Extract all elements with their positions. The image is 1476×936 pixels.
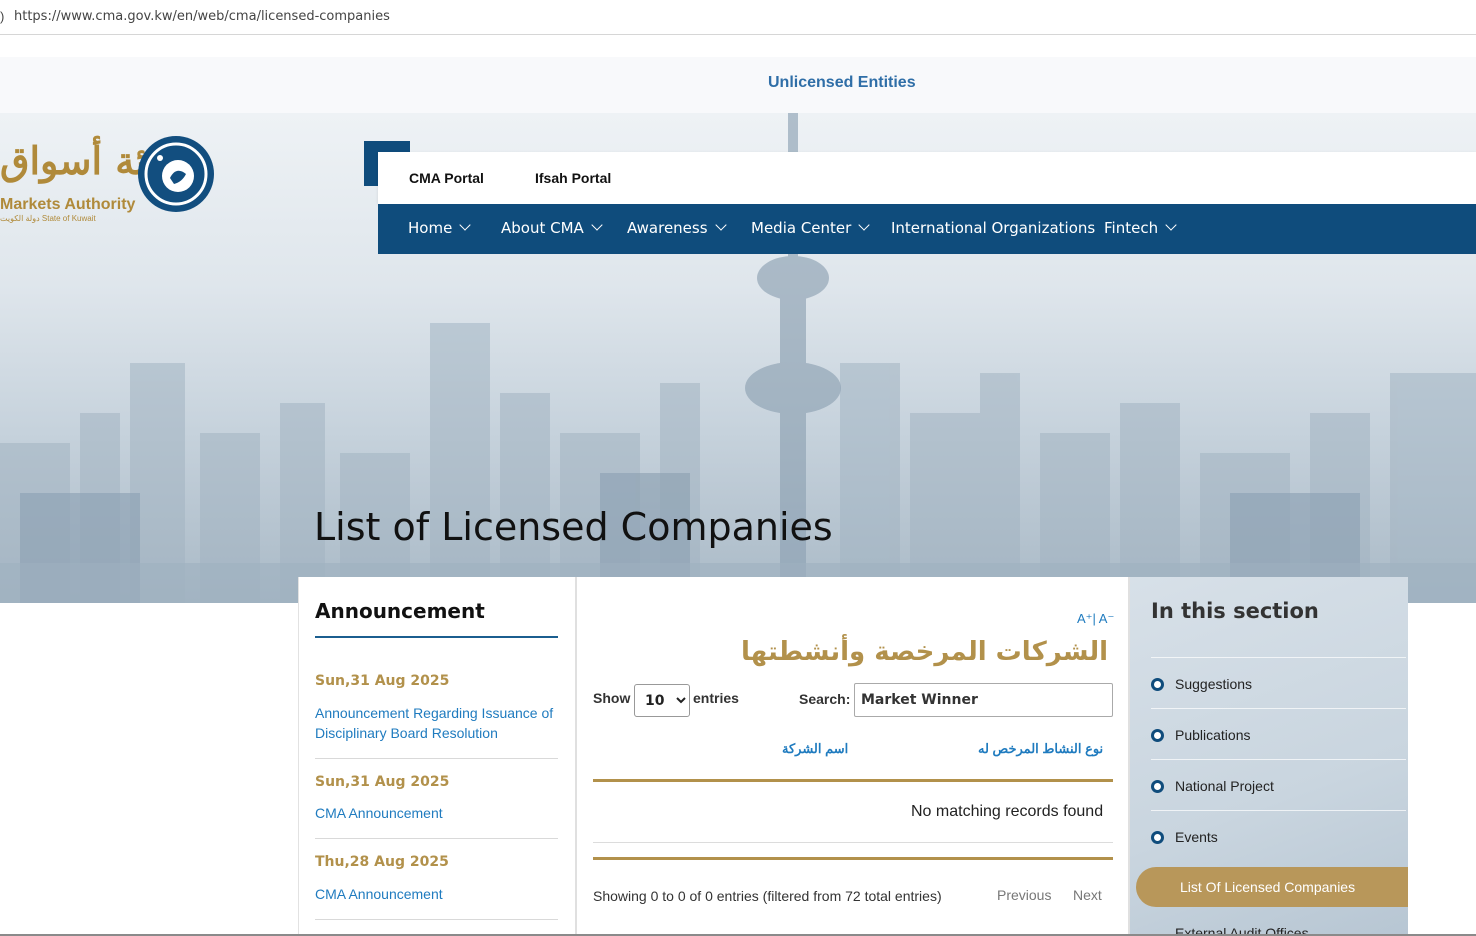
section-heading: In this section <box>1151 599 1319 623</box>
announcement-date: Sun,31 Aug 2025 <box>315 673 450 689</box>
font-size-control[interactable]: A⁺| A⁻ <box>1077 611 1114 627</box>
chevron-down-icon <box>858 219 870 231</box>
announcement-heading: Announcement <box>315 599 485 623</box>
bullet-icon <box>1151 831 1164 844</box>
table-row-divider <box>593 842 1113 843</box>
bullet-icon <box>1151 729 1164 742</box>
arabic-heading: الشركات المرخصة وأنشطتها <box>741 637 1108 667</box>
page-title: List of Licensed Companies <box>314 505 833 549</box>
url-text[interactable]: https://www.cma.gov.kw/en/web/cma/licens… <box>14 9 390 24</box>
divider <box>315 838 558 839</box>
section-item-national-project[interactable]: National Project <box>1151 759 1406 810</box>
section-item-label: Publications <box>1175 727 1251 743</box>
nav-media-center[interactable]: Media Center <box>751 219 870 237</box>
entries-per-page-select[interactable]: 10 <box>634 684 690 717</box>
chevron-down-icon <box>459 219 471 231</box>
announcement-link[interactable]: Announcement Regarding Issuance of Disci… <box>315 703 560 743</box>
chevron-down-icon <box>591 219 603 231</box>
nav-home-label: Home <box>408 219 453 237</box>
nav-media-label: Media Center <box>751 219 852 237</box>
section-item-suggestions[interactable]: Suggestions <box>1151 657 1406 708</box>
nav-about-cma[interactable]: About CMA <box>501 219 603 237</box>
next-page-button[interactable]: Next <box>1073 887 1102 903</box>
announcement-link[interactable]: CMA Announcement <box>315 803 560 823</box>
search-label: Search: <box>799 691 851 707</box>
empty-table-message: No matching records found <box>911 803 1104 820</box>
entries-label: entries <box>693 690 739 706</box>
nav-awareness[interactable]: Awareness <box>627 219 727 237</box>
section-item-licensed-companies-active[interactable]: List Of Licensed Companies <box>1136 867 1408 907</box>
heading-rule <box>315 636 558 638</box>
logo-seal-icon <box>138 136 214 212</box>
top-strip: Unlicensed Entities <box>0 57 1476 113</box>
licensed-companies-table-panel: A⁺| A⁻ الشركات المرخصة وأنشطتها Show 10 … <box>575 577 1130 936</box>
section-item-label: List Of Licensed Companies <box>1180 879 1356 895</box>
announcement-date: Sun,31 Aug 2025 <box>315 774 450 790</box>
chevron-down-icon <box>714 219 727 231</box>
chevron-down-icon <box>1165 219 1177 231</box>
show-label: Show <box>593 690 631 706</box>
nav-about-label: About CMA <box>501 219 584 237</box>
address-bar[interactable]: ) https://www.cma.gov.kw/en/web/cma/lice… <box>0 0 1476 35</box>
nav-home[interactable]: Home <box>408 219 471 237</box>
column-header-activity-type[interactable]: نوع النشاط المرخص له <box>978 741 1103 757</box>
announcement-panel: Announcement Sun,31 Aug 2025 Announcemen… <box>298 577 575 936</box>
section-item-events[interactable]: Events <box>1151 810 1406 861</box>
ifsah-portal-link[interactable]: Ifsah Portal <box>535 170 611 186</box>
nav-fintech[interactable]: Fintech <box>1104 219 1177 237</box>
section-item-label: Events <box>1175 829 1218 845</box>
cma-logo[interactable]: هيئة أسواق Markets Authority دولة الكويت… <box>0 130 220 230</box>
previous-page-button[interactable]: Previous <box>997 887 1051 903</box>
portal-bar: CMA Portal Ifsah Portal <box>378 152 1476 204</box>
column-header-company-name[interactable]: اسم الشركة <box>782 741 848 757</box>
main-nav: Home About CMA Awareness Media Center In… <box>378 204 1476 254</box>
section-item-label: National Project <box>1175 778 1274 794</box>
table-footer-rule <box>593 857 1113 860</box>
logo-subtitle: دولة الكويت State of Kuwait <box>0 214 96 223</box>
logo-english-text: Markets Authority <box>0 196 136 213</box>
search-input[interactable] <box>854 683 1113 717</box>
page-info-icon[interactable]: ) <box>0 9 4 24</box>
table-header-rule <box>593 779 1113 782</box>
announcement-link[interactable]: CMA Announcement <box>315 884 560 904</box>
nav-international-organizations[interactable]: International Organizations <box>891 219 1095 237</box>
divider <box>315 919 558 920</box>
bullet-icon <box>1151 678 1164 691</box>
divider <box>315 758 558 759</box>
section-item-publications[interactable]: Publications <box>1151 708 1406 759</box>
table-info: Showing 0 to 0 of 0 entries (filtered fr… <box>593 888 942 904</box>
cma-portal-link[interactable]: CMA Portal <box>409 170 484 186</box>
bullet-icon <box>1151 780 1164 793</box>
unlicensed-entities-link[interactable]: Unlicensed Entities <box>768 74 916 92</box>
in-this-section-panel: In this section Suggestions Publications… <box>1130 577 1408 936</box>
section-item-label: Suggestions <box>1175 676 1253 692</box>
seal-emblem-icon <box>144 142 208 206</box>
nav-intl-label: International Organizations <box>891 219 1096 237</box>
nav-fintech-label: Fintech <box>1104 219 1159 237</box>
announcement-date: Thu,28 Aug 2025 <box>315 854 449 870</box>
page: ) https://www.cma.gov.kw/en/web/cma/lice… <box>0 0 1476 936</box>
nav-awareness-label: Awareness <box>627 219 708 237</box>
